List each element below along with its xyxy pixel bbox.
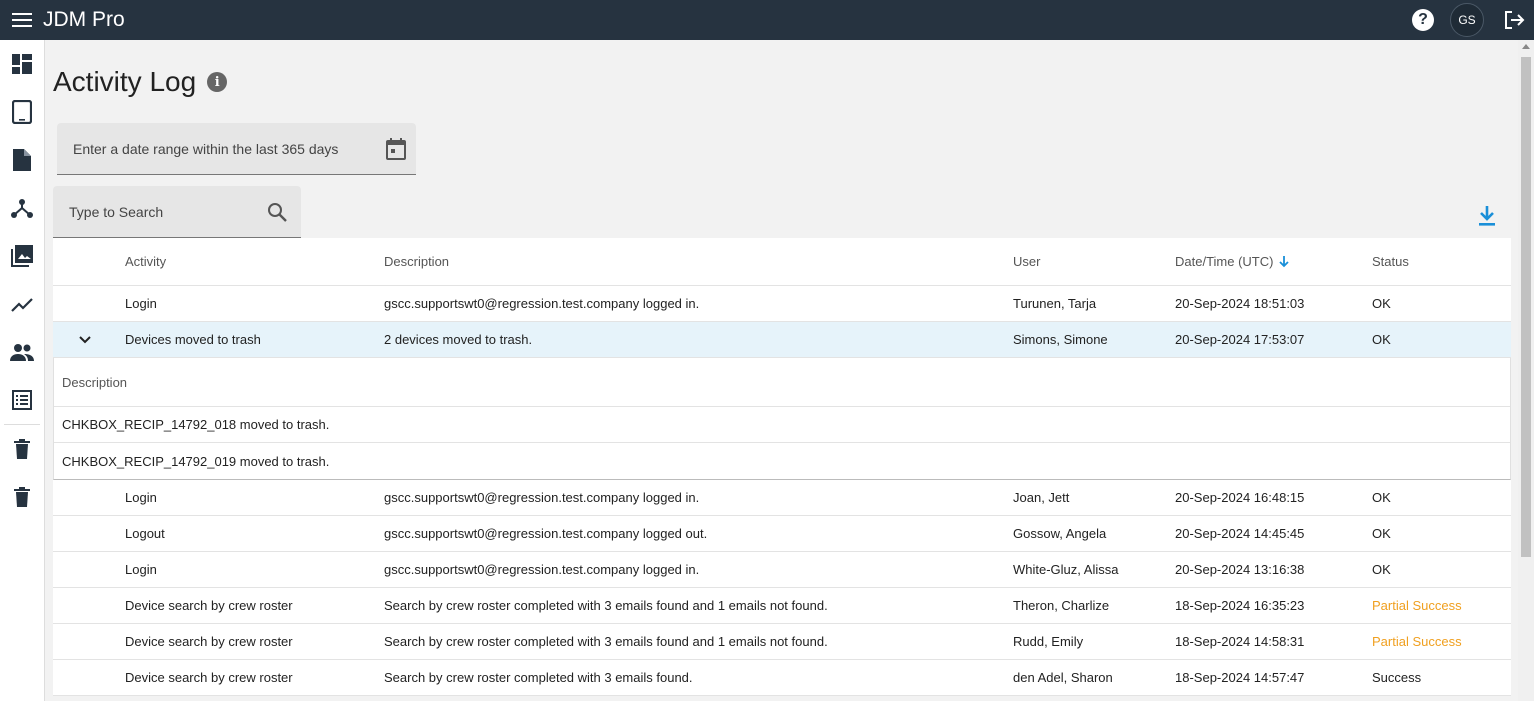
photo-library-icon [11,245,33,267]
app-title: JDM Pro [43,8,125,31]
detail-item: CHKBOX_RECIP_14792_019 moved to trash. [62,453,330,469]
page-title-text: Activity Log [53,66,197,97]
document-icon [13,149,31,171]
table-row[interactable]: Device search by crew roster Search by c… [53,624,1511,660]
people-icon [10,344,34,361]
header-activity[interactable]: Activity [117,254,384,269]
main-content: Activity Log i Enter a date range within… [45,40,1518,701]
trash-icon [14,439,30,459]
table-row[interactable]: Device search by crew roster Search by c… [53,588,1511,624]
date-range-placeholder: Enter a date range within the last 365 d… [73,140,339,157]
logout-icon [1505,11,1525,29]
top-bar: JDM Pro ? GS [0,0,1534,40]
calendar-icon[interactable] [386,138,406,160]
scrollbar-thumb[interactable] [1521,57,1531,557]
header-description[interactable]: Description [384,254,1013,269]
header-user[interactable]: User [1013,254,1175,269]
table-row[interactable]: Login gscc.supportswt0@regression.test.c… [53,552,1511,588]
help-icon[interactable]: ? [1412,9,1434,31]
sidebar [0,40,45,701]
date-range-field[interactable]: Enter a date range within the last 365 d… [57,123,416,175]
vertical-scrollbar[interactable] [1518,40,1534,701]
sidebar-item-trash-2[interactable] [0,473,44,521]
status-badge: Partial Success [1372,598,1462,613]
sidebar-item-dashboard[interactable] [0,40,44,88]
search-field[interactable]: Type to Search [53,186,301,238]
sidebar-item-devices[interactable] [0,88,44,136]
status-badge: Partial Success [1372,634,1462,649]
sidebar-item-users[interactable] [0,328,44,376]
menu-button[interactable] [0,0,44,40]
search-icon[interactable] [267,202,287,222]
sort-down-icon[interactable] [1279,255,1290,268]
collapse-button[interactable] [53,335,117,344]
sidebar-item-hierarchy[interactable] [0,184,44,232]
detail-item: CHKBOX_RECIP_14792_018 moved to trash. [54,407,1510,443]
table-row-expanded[interactable]: Devices moved to trash 2 devices moved t… [53,322,1511,358]
table-row[interactable]: Login gscc.supportswt0@regression.test.c… [53,480,1511,516]
header-datetime-label: Date/Time (UTC) [1175,254,1274,269]
sidebar-item-trash[interactable] [0,425,44,473]
sidebar-item-media[interactable] [0,232,44,280]
header-datetime[interactable]: Date/Time (UTC) [1175,254,1372,269]
page-title: Activity Log i [53,66,228,98]
sidebar-item-analytics[interactable] [0,280,44,328]
hierarchy-icon [11,199,33,218]
row-detail-panel: Description CHKBOX_RECIP_14792_018 moved… [53,358,1511,480]
logout-button[interactable] [1494,0,1534,40]
trending-icon [11,298,33,312]
dashboard-icon [12,54,32,74]
detail-header: Description [54,358,1510,407]
tablet-icon [12,100,32,124]
sidebar-item-documents[interactable] [0,136,44,184]
header-status[interactable]: Status [1372,254,1511,269]
chevron-down-icon [79,335,91,343]
search-placeholder: Type to Search [69,203,164,220]
table-row[interactable]: Device search by crew roster Search by c… [53,660,1511,696]
table-row[interactable]: Logout gscc.supportswt0@regression.test.… [53,516,1511,552]
list-icon [12,390,32,410]
info-icon[interactable]: i [207,72,228,92]
trash-icon [14,487,30,507]
menu-icon [12,13,32,27]
avatar[interactable]: GS [1450,3,1484,37]
download-icon[interactable] [1477,205,1497,227]
table-row[interactable]: Login gscc.supportswt0@regression.test.c… [53,286,1511,322]
table-header: Activity Description User Date/Time (UTC… [53,238,1511,286]
sidebar-item-activity-log[interactable] [0,376,44,424]
activity-table: Activity Description User Date/Time (UTC… [53,238,1511,696]
scroll-up-arrow-icon[interactable] [1522,44,1530,49]
